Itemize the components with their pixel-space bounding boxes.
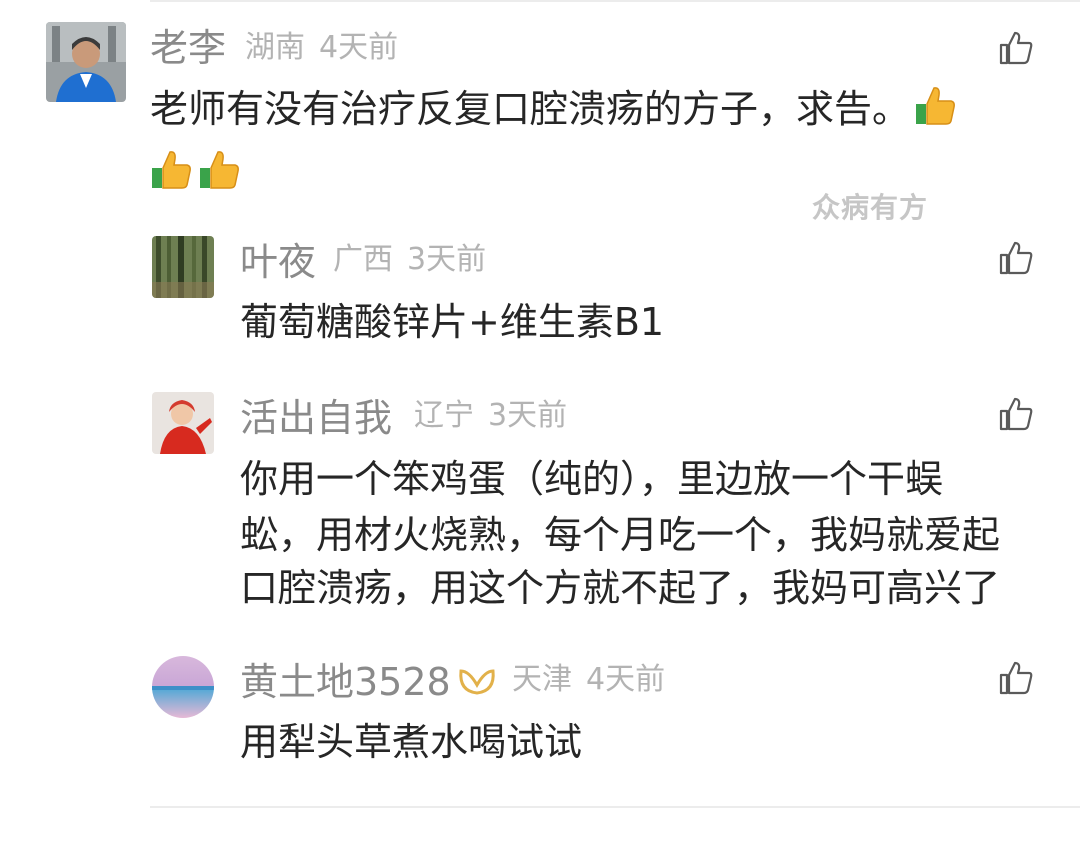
comment-region: 广西 xyxy=(333,242,393,277)
thumbs-up-emoji-icon xyxy=(198,148,242,192)
comment-meta: 湖南 4天前 xyxy=(245,33,398,63)
thumbs-up-emoji-icon xyxy=(150,148,194,192)
avatar[interactable] xyxy=(46,22,126,102)
avatar[interactable] xyxy=(152,656,214,718)
comment-time: 4天前 xyxy=(586,662,666,697)
comment-text-line: 老师有没有治疗反复口腔溃疡的方子，求告。 xyxy=(150,87,911,131)
commenter-name[interactable]: 黄土地3528 xyxy=(240,663,497,705)
commenter-name[interactable]: 活出自我 xyxy=(240,399,392,437)
like-button[interactable] xyxy=(998,660,1034,696)
comment-text: 用犁头草煮水喝试试 xyxy=(240,720,583,764)
comment-meta: 天津 4天前 xyxy=(512,665,665,695)
comment-text-line: 你用一个笨鸡蛋（纯的），里边放一个干蜈 xyxy=(240,457,944,501)
top-divider xyxy=(150,0,1080,2)
like-button[interactable] xyxy=(998,396,1034,432)
comment-text-line: 口腔溃疡，用这个方就不起了，我妈可高兴了 xyxy=(240,566,1001,610)
watermark: 众病有方 xyxy=(812,191,929,224)
thumbs-up-icon xyxy=(999,661,1033,695)
comment-region: 湖南 xyxy=(245,30,305,65)
like-button[interactable] xyxy=(998,240,1034,276)
comment-meta: 辽宁 3天前 xyxy=(414,401,567,431)
thumbs-up-icon xyxy=(999,397,1033,431)
thumbs-up-emoji-icon xyxy=(914,84,958,128)
comment-meta: 广西 3天前 xyxy=(333,245,486,275)
comment-region: 天津 xyxy=(512,662,572,697)
avatar[interactable] xyxy=(152,392,214,454)
comment-time: 3天前 xyxy=(407,242,487,277)
comment-text-emoji-line xyxy=(150,141,242,205)
comment-region: 辽宁 xyxy=(414,398,474,433)
commenter-name-text: 黄土地3528 xyxy=(240,660,451,704)
comment-time: 4天前 xyxy=(319,30,399,65)
thumbs-up-icon xyxy=(999,241,1033,275)
comment-time: 3天前 xyxy=(488,398,568,433)
like-button[interactable] xyxy=(998,30,1034,66)
bottom-divider xyxy=(150,806,1080,808)
thumbs-up-icon xyxy=(999,31,1033,65)
comment-text: 葡萄糖酸锌片+维生素B1 xyxy=(240,300,665,344)
vip-badge-icon xyxy=(457,665,497,705)
avatar[interactable] xyxy=(152,236,214,298)
commenter-name[interactable]: 老李 xyxy=(150,29,226,67)
commenter-name[interactable]: 叶夜 xyxy=(240,243,316,281)
comment-text: 老师有没有治疗反复口腔溃疡的方子，求告。 xyxy=(150,77,958,141)
